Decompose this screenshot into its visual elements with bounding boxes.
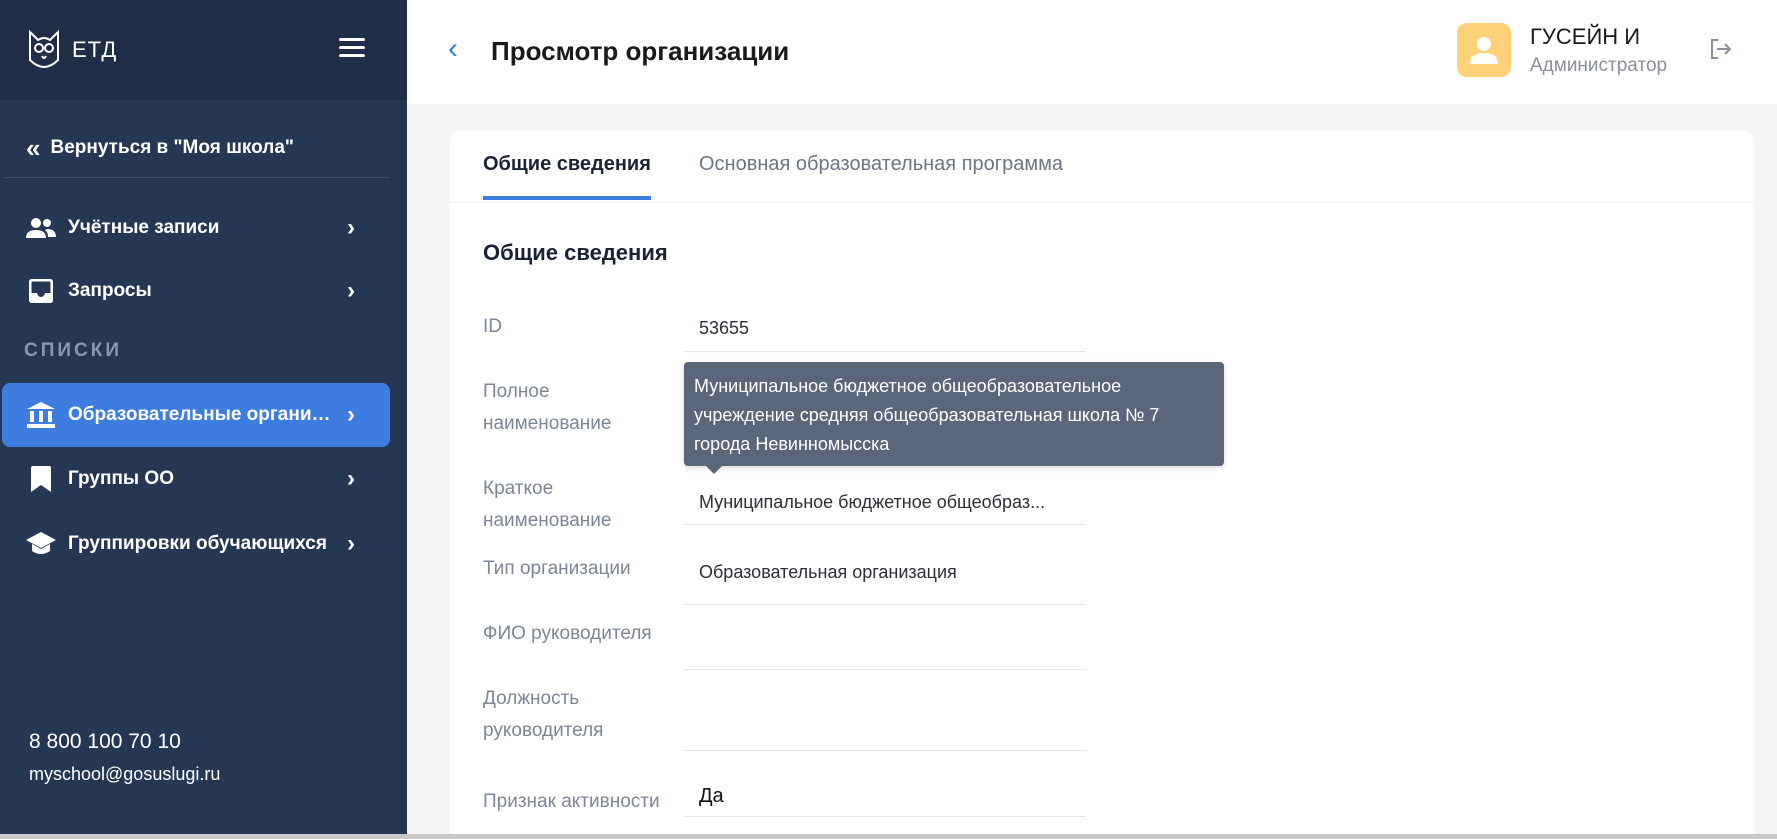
field-label-line: Краткое	[483, 478, 554, 499]
tooltip-line: учреждение средняя общеобразовательная ш…	[694, 405, 1160, 425]
field-label-full-name: Полное наименование	[483, 376, 611, 440]
sidebar-item-label: Запросы	[68, 280, 152, 301]
field-label-line: Должность	[483, 688, 580, 709]
users-icon	[26, 213, 56, 243]
logout-icon[interactable]	[1710, 38, 1732, 60]
field-value-active: Да	[684, 779, 1086, 817]
sidebar-divider	[4, 177, 390, 178]
field-label-id: ID	[483, 316, 502, 337]
field-value-head-name	[684, 626, 1086, 670]
owl-logo-icon	[29, 29, 59, 68]
sidebar-item-student-groupings[interactable]: Группировки обучающихся ›	[2, 512, 390, 576]
window-bottom-edge	[0, 834, 1777, 839]
chevron-right-icon: ›	[347, 277, 355, 304]
sidebar-item-label: Группировки обучающихся	[68, 533, 327, 554]
field-value-short-name[interactable]: Муниципальное бюджетное общеобраз...	[684, 485, 1086, 525]
field-label-active: Признак активности	[483, 791, 660, 812]
chevron-right-icon: ›	[347, 465, 355, 492]
field-label-line: руководителя	[483, 720, 604, 741]
organization-card: Общие сведения Основная образовательная …	[450, 131, 1754, 839]
field-label-short-name: Краткое наименование	[483, 473, 611, 537]
back-link-label: Вернуться в "Моя школа"	[50, 137, 294, 158]
chevron-right-icon: ›	[347, 214, 355, 241]
support-email: myschool@gosuslugi.ru	[29, 764, 221, 784]
field-value-org-type: Образовательная организация	[684, 555, 1086, 605]
user-icon	[1470, 37, 1498, 64]
support-phone: 8 800 100 70 10	[29, 730, 181, 753]
tooltip-line: Муниципальное бюджетное общеобразователь…	[694, 376, 1122, 396]
inbox-icon	[26, 276, 56, 306]
sidebar-item-educational-orgs[interactable]: Образовательные организа... ›	[2, 383, 390, 447]
chevron-right-icon: ›	[347, 530, 355, 557]
user-name: ГУСЕЙН И	[1530, 24, 1641, 49]
sidebar: ЕТД « Вернуться в "Моя школа" Учётные за…	[0, 0, 407, 834]
chevron-right-icon: ›	[347, 401, 355, 428]
field-value-id: 53655	[684, 312, 1086, 352]
sidebar-item-label: Учётные записи	[68, 217, 220, 238]
sidebar-item-org-groups[interactable]: Группы ОО ›	[2, 447, 390, 511]
page-title: Просмотр организации	[491, 36, 790, 66]
tab-main-educational-program[interactable]: Основная образовательная программа	[699, 153, 1063, 196]
user-role: Администратор	[1530, 55, 1668, 76]
field-label-line: наименование	[483, 510, 612, 531]
menu-icon[interactable]	[339, 38, 365, 58]
bookmark-icon	[26, 464, 56, 494]
tab-bar: Общие сведения Основная образовательная …	[450, 131, 1754, 203]
sidebar-item-label: Группы ОО	[68, 468, 174, 489]
logo-text: ЕТД	[72, 37, 118, 62]
field-label-head-name: ФИО руководителя	[483, 623, 652, 644]
section-title: Общие сведения	[483, 240, 668, 265]
field-label-org-type: Тип организации	[483, 558, 631, 579]
chevron-left-icon[interactable]: ‹	[448, 34, 458, 64]
graduation-cap-icon	[26, 529, 56, 559]
page-header: ‹ Просмотр организации ГУСЕЙН И Админист…	[407, 0, 1777, 104]
institution-icon	[26, 400, 56, 430]
field-label-head-position: Должность руководителя	[483, 683, 603, 747]
full-name-tooltip: Муниципальное бюджетное общеобразователь…	[684, 362, 1224, 474]
tab-general-info[interactable]: Общие сведения	[483, 153, 651, 200]
double-chevron-left-icon: «	[26, 133, 41, 163]
sidebar-item-accounts[interactable]: Учётные записи ›	[2, 196, 390, 260]
field-label-line: наименование	[483, 413, 612, 434]
section-label-lists: СПИСКИ	[24, 340, 123, 361]
tooltip-line: города Невинномысска	[694, 434, 890, 454]
sidebar-header: ЕТД	[0, 0, 407, 100]
support-contacts: 8 800 100 70 10 myschool@gosuslugi.ru	[29, 730, 220, 785]
field-value-head-position	[684, 691, 1086, 751]
tooltip-arrow	[706, 466, 722, 474]
field-label-line: Полное	[483, 381, 550, 402]
sidebar-item-requests[interactable]: Запросы ›	[2, 259, 390, 323]
avatar[interactable]	[1457, 23, 1511, 77]
sidebar-item-label: Образовательные организа...	[68, 404, 336, 425]
back-to-my-school-link[interactable]: « Вернуться в "Моя школа"	[0, 118, 390, 178]
